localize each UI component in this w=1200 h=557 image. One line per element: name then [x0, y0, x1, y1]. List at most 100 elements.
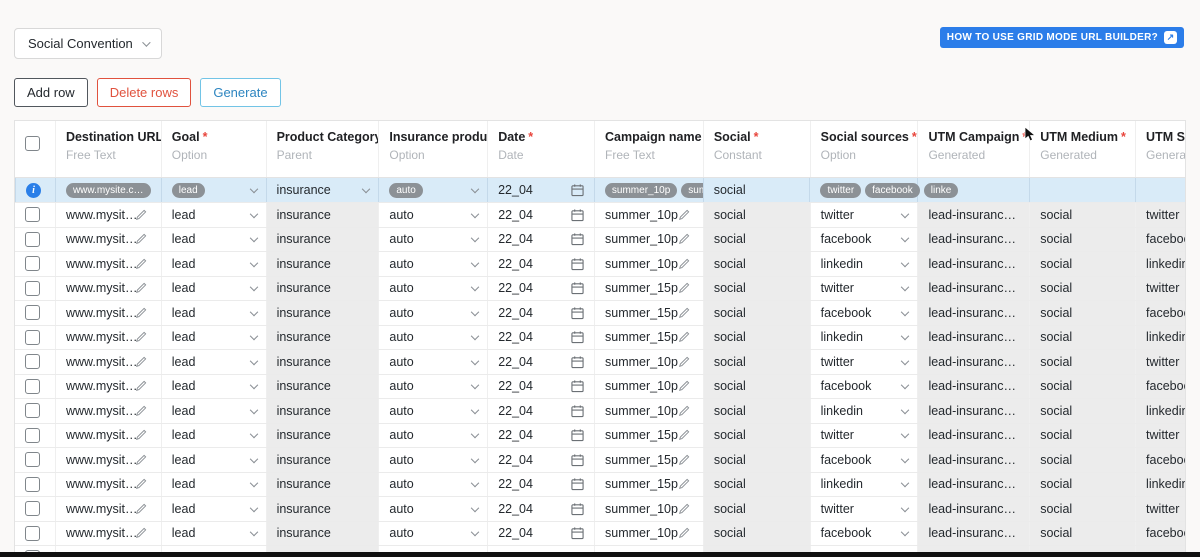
- date-cell[interactable]: 22_04: [487, 423, 594, 447]
- insurance-products-cell[interactable]: auto: [378, 301, 487, 325]
- campaign-name-cell[interactable]: summer_10p: [594, 203, 703, 227]
- edit-pencil-icon[interactable]: [678, 380, 690, 392]
- social-sources-cell[interactable]: facebook: [809, 227, 918, 251]
- column-header[interactable]: Social sources * Option: [809, 121, 918, 177]
- campaign-name-cell[interactable]: summer_15p: [594, 448, 703, 472]
- edit-pencil-icon[interactable]: [678, 282, 690, 294]
- row-checkbox[interactable]: [25, 231, 40, 247]
- calendar-icon[interactable]: [571, 208, 584, 221]
- destination-url-cell[interactable]: www.mysite...: [54, 252, 161, 276]
- edit-pencil-icon[interactable]: [135, 454, 147, 466]
- edit-pencil-icon[interactable]: [678, 454, 690, 466]
- row-checkbox[interactable]: [25, 207, 40, 223]
- convention-dropdown[interactable]: Social Convention: [14, 28, 162, 59]
- insurance-products-cell[interactable]: auto: [378, 472, 487, 496]
- goal-cell[interactable]: lead: [160, 497, 266, 521]
- column-header[interactable]: Campaign name* Free Text: [594, 121, 703, 177]
- date-cell[interactable]: 22_04: [487, 252, 594, 276]
- row-checkbox[interactable]: [25, 427, 40, 443]
- calendar-icon[interactable]: [571, 331, 584, 344]
- goal-cell[interactable]: lead: [160, 301, 266, 325]
- edit-pencil-icon[interactable]: [135, 478, 147, 490]
- destination-url-cell[interactable]: www.mysite...: [54, 325, 161, 349]
- campaign-tag[interactable]: summer_: [681, 182, 703, 198]
- edit-pencil-icon[interactable]: [678, 527, 690, 539]
- destination-url-cell[interactable]: www.mysite...: [54, 399, 161, 423]
- goal-cell[interactable]: lead: [160, 178, 266, 202]
- calendar-icon[interactable]: [571, 380, 584, 393]
- calendar-icon[interactable]: [571, 355, 584, 368]
- goal-cell[interactable]: lead: [160, 521, 266, 545]
- destination-url-cell[interactable]: www.mysite...: [54, 521, 161, 545]
- insurance-products-cell[interactable]: auto: [378, 252, 487, 276]
- destination-url-cell[interactable]: www.mysite...: [54, 497, 161, 521]
- url-tag[interactable]: www.mysite.com/blog/a: [65, 182, 151, 198]
- edit-pencil-icon[interactable]: [678, 356, 690, 368]
- edit-pencil-icon[interactable]: [135, 429, 147, 441]
- column-header[interactable]: Destination URL* Free Text: [54, 121, 161, 177]
- social-sources-cell[interactable]: twitter: [809, 350, 918, 374]
- insurance-products-cell[interactable]: auto: [378, 325, 487, 349]
- edit-pencil-icon[interactable]: [678, 307, 690, 319]
- campaign-name-cell[interactable]: summer_15p: [594, 472, 703, 496]
- row-checkbox[interactable]: [25, 378, 40, 394]
- edit-pencil-icon[interactable]: [135, 209, 147, 221]
- goal-cell[interactable]: lead: [160, 374, 266, 398]
- destination-url-cell[interactable]: www.mysite...: [54, 472, 161, 496]
- goal-cell[interactable]: lead: [160, 399, 266, 423]
- edit-pencil-icon[interactable]: [135, 503, 147, 515]
- row-checkbox[interactable]: [25, 354, 40, 370]
- destination-url-cell[interactable]: www.mysite...: [54, 374, 161, 398]
- insurance-products-cell[interactable]: auto: [378, 374, 487, 398]
- info-icon[interactable]: i: [26, 182, 41, 198]
- social-sources-cell[interactable]: facebook: [809, 374, 918, 398]
- edit-pencil-icon[interactable]: [135, 331, 147, 343]
- social-sources-cell[interactable]: facebook: [809, 448, 918, 472]
- social-sources-cell[interactable]: twitter: [809, 203, 918, 227]
- campaign-name-cell[interactable]: summer_10p: [594, 497, 703, 521]
- calendar-icon[interactable]: [571, 502, 584, 515]
- social-source-tag[interactable]: linke: [923, 182, 959, 198]
- destination-url-cell[interactable]: www.mysite...: [54, 448, 161, 472]
- column-header[interactable]: UTM Campaign * Generated: [917, 121, 1029, 177]
- calendar-icon[interactable]: [571, 527, 584, 540]
- campaign-name-cell[interactable]: summer_10p: [594, 350, 703, 374]
- goal-tag[interactable]: lead: [171, 182, 205, 198]
- calendar-icon[interactable]: [571, 429, 584, 442]
- edit-pencil-icon[interactable]: [135, 282, 147, 294]
- insurance-products-cell[interactable]: auto: [378, 497, 487, 521]
- goal-cell[interactable]: lead: [160, 423, 266, 447]
- row-checkbox[interactable]: [25, 305, 40, 321]
- row-checkbox[interactable]: [25, 280, 40, 296]
- edit-pencil-icon[interactable]: [678, 233, 690, 245]
- edit-pencil-icon[interactable]: [135, 307, 147, 319]
- date-cell[interactable]: 22_04: [487, 521, 594, 545]
- campaign-name-cell[interactable]: summer_10p summer_: [593, 178, 703, 202]
- row-checkbox[interactable]: [25, 476, 40, 492]
- edit-pencil-icon[interactable]: [678, 258, 690, 270]
- insurance-products-cell[interactable]: auto: [378, 521, 487, 545]
- social-sources-cell[interactable]: twitter facebook linke: [809, 178, 959, 202]
- social-sources-cell[interactable]: linkedin: [809, 472, 918, 496]
- social-sources-cell[interactable]: facebook: [809, 521, 918, 545]
- insurance-products-cell[interactable]: auto: [378, 178, 487, 202]
- date-cell[interactable]: 22_04: [487, 448, 594, 472]
- destination-url-cell[interactable]: www.mysite...: [54, 276, 161, 300]
- campaign-name-cell[interactable]: summer_10p: [594, 227, 703, 251]
- row-checkbox[interactable]: [25, 329, 40, 345]
- edit-pencil-icon[interactable]: [678, 503, 690, 515]
- edit-pencil-icon[interactable]: [135, 356, 147, 368]
- calendar-icon[interactable]: [571, 306, 584, 319]
- goal-cell[interactable]: lead: [160, 325, 266, 349]
- date-cell[interactable]: 22_04: [487, 399, 594, 423]
- date-cell[interactable]: 22_04: [487, 374, 594, 398]
- calendar-icon[interactable]: [571, 404, 584, 417]
- insurance-products-cell[interactable]: auto: [378, 350, 487, 374]
- destination-url-cell[interactable]: www.mysite...: [54, 227, 161, 251]
- date-cell[interactable]: 22_04: [487, 325, 594, 349]
- date-cell[interactable]: 22_04: [487, 227, 594, 251]
- row-checkbox[interactable]: [25, 525, 40, 541]
- social-sources-cell[interactable]: linkedin: [809, 325, 918, 349]
- edit-pencil-icon[interactable]: [678, 429, 690, 441]
- campaign-name-cell[interactable]: summer_10p: [594, 399, 703, 423]
